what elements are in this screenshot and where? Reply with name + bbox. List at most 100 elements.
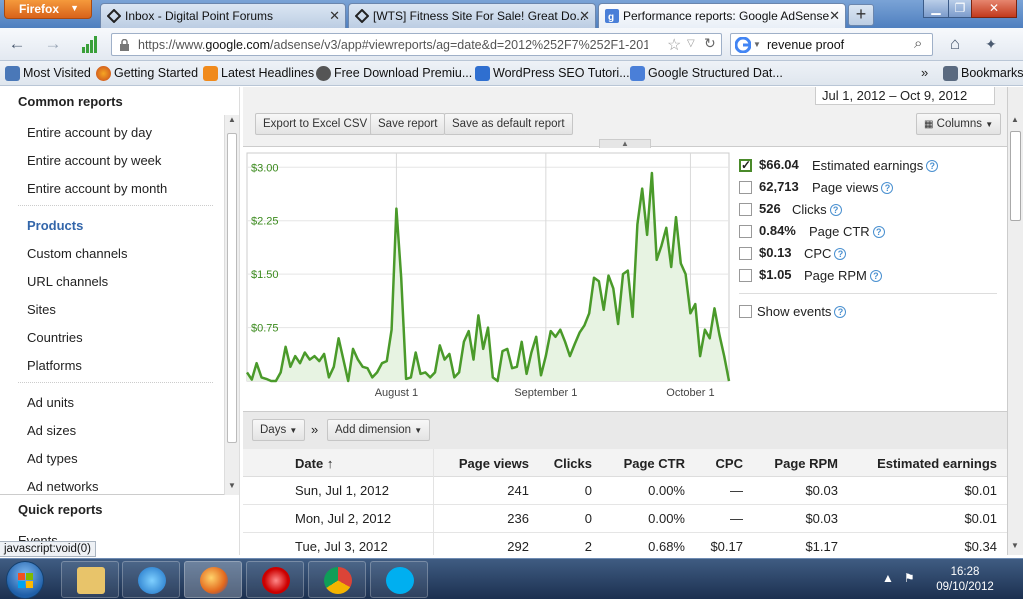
metric-value: 526: [759, 201, 781, 216]
sidebar-item-sites[interactable]: Sites: [27, 302, 56, 317]
chevron-down-icon[interactable]: ▽: [687, 38, 695, 49]
sidebar-item-account-by-month[interactable]: Entire account by month: [27, 181, 167, 196]
new-tab-button[interactable]: +: [848, 4, 874, 26]
taskbar-opera[interactable]: [246, 561, 304, 598]
close-window-button[interactable]: ✕: [971, 0, 1017, 18]
bookmarks-menu[interactable]: Bookmarks: [943, 66, 1023, 81]
taskbar-internet-explorer[interactable]: [122, 561, 180, 598]
sidebar-item-ad-units[interactable]: Ad units: [27, 395, 74, 410]
skype-icon: [386, 567, 414, 594]
sidebar-item-ad-types[interactable]: Ad types: [27, 451, 78, 466]
flag-icon[interactable]: ⚑: [904, 571, 915, 585]
column-header-page-rpm[interactable]: Page RPM: [774, 456, 838, 471]
show-events-checkbox[interactable]: [739, 305, 752, 318]
column-header-clicks[interactable]: Clicks: [554, 456, 592, 471]
help-icon[interactable]: ?: [834, 248, 847, 260]
arrow-down-icon[interactable]: ▼: [1011, 541, 1019, 550]
home-button[interactable]: ⌂: [944, 34, 966, 56]
sort-arrow-icon: ↑: [326, 456, 334, 471]
bookmark-wordpress-seo[interactable]: WordPress SEO Tutori...: [475, 66, 630, 81]
tab-adsense[interactable]: g Performance reports: Google AdSense ✕: [598, 3, 846, 28]
add-dimension-dropdown[interactable]: Add dimension ▼: [327, 419, 431, 441]
start-button[interactable]: [6, 561, 44, 599]
sidebar-item-account-by-week[interactable]: Entire account by week: [27, 153, 161, 168]
arrow-up-icon[interactable]: ▲: [1011, 115, 1019, 124]
table-header: Date ↑ Page views Clicks Page CTR CPC Pa…: [243, 449, 1007, 477]
collapse-chart-toggle[interactable]: ▲: [599, 139, 651, 148]
chevron-double-right-icon[interactable]: »: [921, 65, 928, 80]
date-range-picker[interactable]: Jul 1, 2012 – Oct 9, 2012: [815, 87, 995, 105]
taskbar-chrome[interactable]: [308, 561, 366, 598]
days-dropdown[interactable]: Days ▼: [252, 419, 306, 441]
sidebar-item-products[interactable]: Products: [27, 218, 83, 233]
column-header-date[interactable]: Date ↑: [295, 456, 333, 471]
metric-checkbox[interactable]: [739, 203, 752, 216]
firefox-menu-button[interactable]: Firefox ▼: [4, 0, 92, 19]
chevron-up-icon[interactable]: ▲: [882, 571, 894, 585]
sidebar-item-ad-sizes[interactable]: Ad sizes: [27, 423, 76, 438]
bookmark-getting-started[interactable]: Getting Started: [96, 66, 198, 81]
help-icon[interactable]: ?: [872, 226, 885, 238]
metric-checkbox[interactable]: [739, 181, 752, 194]
reload-icon[interactable]: ↻: [704, 35, 716, 52]
maximize-button[interactable]: ❐: [948, 0, 972, 18]
addon-button[interactable]: ✦: [980, 34, 1002, 56]
system-tray[interactable]: ▲ ⚑: [882, 571, 915, 585]
chevron-down-icon[interactable]: ▼: [753, 40, 761, 49]
minimize-button[interactable]: ▁: [923, 0, 949, 18]
sidebar-scrollbar[interactable]: ▲ ▼: [224, 115, 239, 495]
sidebar-item-custom-channels[interactable]: Custom channels: [27, 246, 127, 261]
help-icon[interactable]: ?: [881, 182, 894, 194]
save-default-report-button[interactable]: Save as default report: [444, 113, 573, 135]
back-button[interactable]: ←: [6, 34, 28, 56]
close-icon[interactable]: ✕: [329, 8, 340, 24]
sidebar-item-url-channels[interactable]: URL channels: [27, 274, 108, 289]
close-icon[interactable]: ✕: [829, 8, 840, 24]
help-icon[interactable]: ?: [869, 270, 882, 282]
search-bar[interactable]: ▼ revenue proof ⌕: [730, 33, 933, 56]
column-header-page-ctr[interactable]: Page CTR: [624, 456, 685, 471]
date-range-label: Jul 1, 2012 – Oct 9, 2012: [822, 88, 968, 103]
metric-checkbox[interactable]: [739, 225, 752, 238]
tab-fitness-site[interactable]: [WTS] Fitness Site For Sale! Great Do...…: [348, 3, 596, 28]
column-header-cpc[interactable]: CPC: [716, 456, 743, 471]
table-row: Mon, Jul 2, 2012 236 0 0.00% — $0.03 $0.01: [243, 505, 1007, 533]
help-icon[interactable]: ?: [834, 306, 847, 318]
taskbar-explorer[interactable]: [61, 561, 119, 598]
tab-inbox[interactable]: Inbox - Digital Point Forums ✕: [100, 3, 346, 28]
save-report-button[interactable]: Save report: [370, 113, 446, 135]
url-bar[interactable]: https://www.google.com/adsense/v3/app#vi…: [111, 33, 722, 56]
taskbar-clock[interactable]: 16:28 09/10/2012: [934, 565, 996, 595]
search-input[interactable]: revenue proof: [767, 38, 844, 52]
bookmark-star-icon[interactable]: ☆: [667, 35, 681, 55]
digitalpoint-icon: [355, 9, 369, 23]
bookmark-most-visited[interactable]: Most Visited: [5, 66, 91, 81]
arrow-down-icon[interactable]: ▼: [228, 481, 236, 490]
bookmark-free-download[interactable]: Free Download Premiu...: [316, 66, 472, 81]
metric-checkbox[interactable]: [739, 247, 752, 260]
column-header-page-views[interactable]: Page views: [459, 456, 529, 471]
sidebar-item-ad-networks[interactable]: Ad networks: [27, 479, 99, 494]
page-scrollbar[interactable]: ▲ ▼: [1007, 87, 1023, 555]
column-header-estimated-earnings[interactable]: Estimated earnings: [877, 456, 997, 471]
search-icon[interactable]: ⌕: [914, 35, 922, 52]
metric-checkbox[interactable]: [739, 158, 752, 172]
sidebar-item-platforms[interactable]: Platforms: [27, 358, 82, 373]
quick-reports-heading[interactable]: Quick reports: [18, 502, 103, 517]
help-icon[interactable]: ?: [829, 204, 842, 216]
columns-button[interactable]: ▦ Columns ▼: [916, 113, 1002, 135]
sidebar-item-account-by-day[interactable]: Entire account by day: [27, 125, 152, 140]
scrollbar-thumb[interactable]: [227, 133, 237, 443]
close-icon[interactable]: ✕: [579, 8, 590, 24]
bookmark-latest-headlines[interactable]: Latest Headlines: [203, 66, 314, 81]
arrow-up-icon[interactable]: ▲: [228, 115, 236, 124]
taskbar-firefox[interactable]: [184, 561, 242, 598]
taskbar-skype[interactable]: [370, 561, 428, 598]
sidebar-item-countries[interactable]: Countries: [27, 330, 83, 345]
metric-checkbox[interactable]: [739, 269, 752, 282]
scrollbar-thumb[interactable]: [1010, 131, 1021, 221]
forward-button[interactable]: →: [42, 34, 64, 56]
help-icon[interactable]: ?: [926, 160, 939, 172]
export-csv-button[interactable]: Export to Excel CSV: [255, 113, 376, 135]
bookmark-google-structured[interactable]: Google Structured Dat...: [630, 66, 783, 81]
